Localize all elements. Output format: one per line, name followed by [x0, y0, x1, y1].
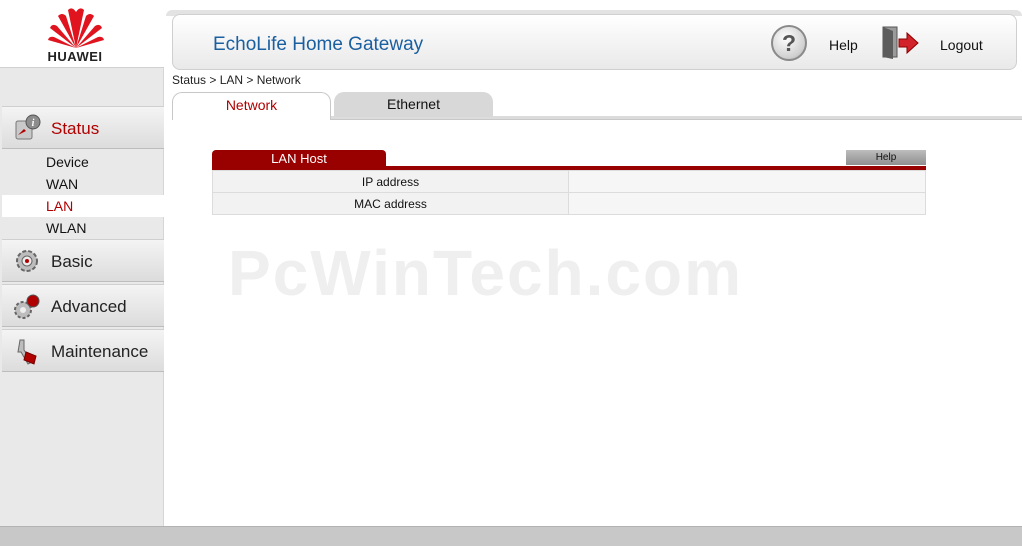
breadcrumb: Status > LAN > Network: [172, 73, 301, 87]
submenu-device[interactable]: Device: [2, 151, 164, 173]
menu-status[interactable]: i Status: [2, 106, 164, 149]
gear-icon: [16, 250, 38, 272]
ip-address-label: IP address: [212, 170, 569, 193]
header-bar: EchoLife Home Gateway ? Help Logout: [172, 14, 1017, 70]
submenu-wlan[interactable]: WLAN: [2, 217, 164, 239]
wrench-icon: [17, 339, 37, 365]
menu-advanced-label: Advanced: [51, 297, 127, 316]
huawei-flower-icon: [48, 8, 104, 48]
status-info-icon: i: [15, 114, 41, 140]
door-exit-icon[interactable]: [881, 25, 921, 61]
submenu-lan[interactable]: LAN: [2, 195, 164, 217]
menu-maintenance-label: Maintenance: [51, 342, 149, 361]
menu-basic[interactable]: Basic: [2, 239, 164, 282]
table-row: IP address: [212, 170, 926, 193]
advanced-tools-icon: [14, 294, 40, 319]
gateway-page: HUAWEI i Status Device WAN LAN WLAN Basi…: [0, 0, 1022, 546]
lan-host-table: IP address MAC address: [212, 170, 926, 215]
footer-bar: [0, 526, 1022, 546]
menu-basic-label: Basic: [51, 252, 93, 271]
watermark: PcWinTech.com: [228, 237, 743, 309]
tab-network[interactable]: Network: [172, 92, 331, 120]
menu-advanced[interactable]: Advanced: [2, 284, 164, 327]
ip-address-value: [568, 170, 926, 193]
question-icon[interactable]: ?: [771, 25, 807, 61]
huawei-logo: HUAWEI: [0, 0, 164, 68]
help-link[interactable]: Help: [829, 37, 858, 53]
mac-address-value: [568, 192, 926, 215]
sidebar: HUAWEI i Status Device WAN LAN WLAN Basi…: [0, 0, 164, 526]
app-title: EchoLife Home Gateway: [213, 34, 424, 55]
brand-name: HUAWEI: [47, 49, 103, 64]
mac-address-label: MAC address: [212, 192, 569, 215]
menu-maintenance[interactable]: Maintenance: [2, 329, 164, 372]
menu-status-label: Status: [51, 119, 100, 138]
table-row: MAC address: [212, 192, 926, 215]
svg-text:i: i: [32, 118, 35, 129]
tab-ethernet[interactable]: Ethernet: [334, 92, 493, 117]
logout-link[interactable]: Logout: [940, 37, 983, 53]
panel-help-button[interactable]: Help: [846, 150, 926, 165]
submenu-wan[interactable]: WAN: [2, 173, 164, 195]
